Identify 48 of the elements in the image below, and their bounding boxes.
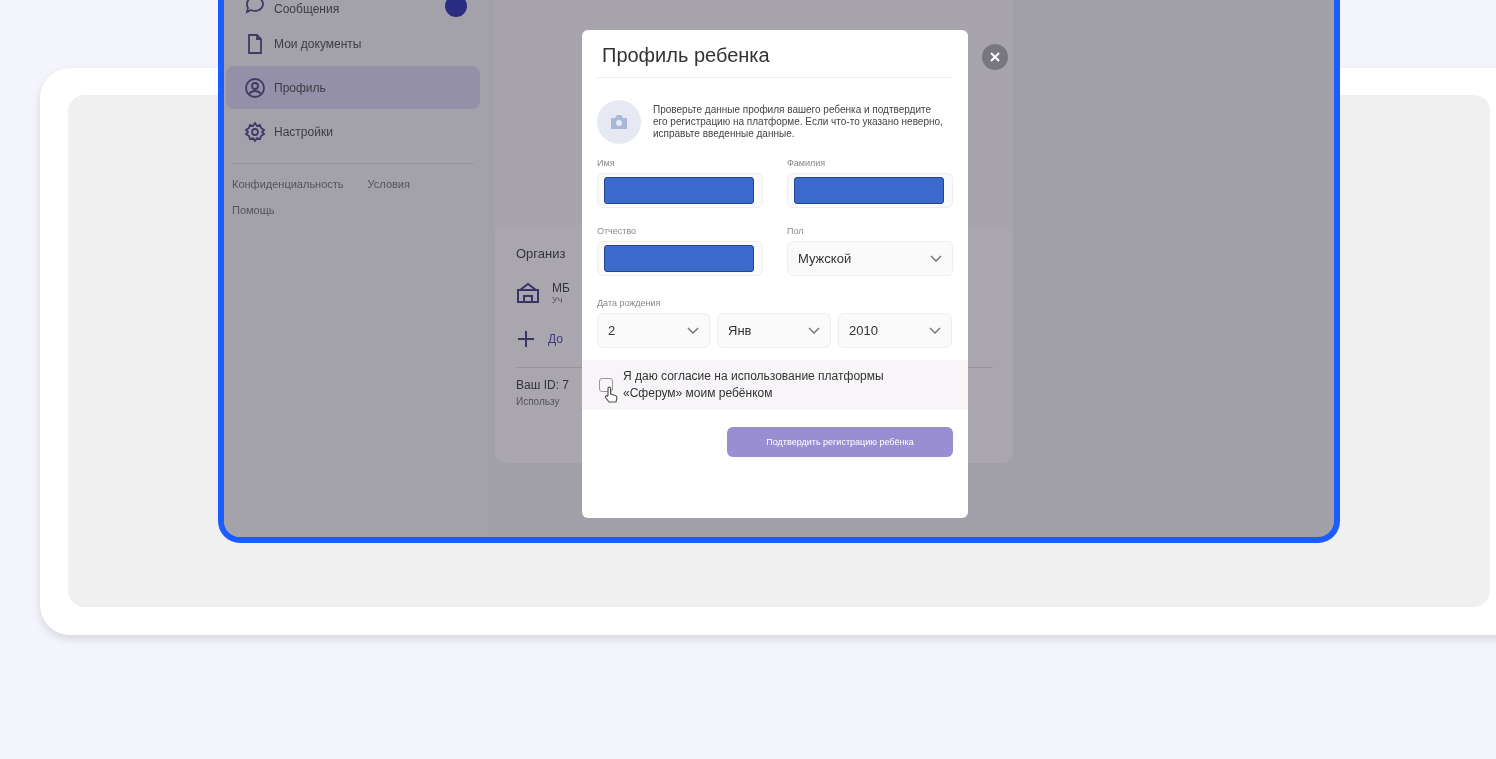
section-heading: Организ [516,246,566,261]
sidebar-item[interactable]: Настройки [226,110,480,153]
chevron-down-icon [808,327,820,334]
gear-icon [244,120,266,143]
select-value: Мужской [798,251,852,266]
hint-text: Использу [516,396,560,407]
sidebar-item-label: Настройки [274,124,333,139]
organization-name: МБ [552,281,570,295]
select-field[interactable]: Мужской [787,241,953,276]
chevron-down-icon [929,327,941,334]
chevron-down-icon [930,255,942,262]
sidebar-item-label: Сообщения [274,2,340,16]
description-text: Проверьте данные профиля вашего ребенка и подтвердите его регистрацию на платформе. Если что-то указано неверно, исправьте введенные данные. [653,104,943,140]
select-value: 2010 [849,323,878,338]
chevron-down-icon [687,327,699,334]
chat-bubble-icon [244,0,266,16]
select-value: Янв [728,323,752,338]
footer-link[interactable]: Условия [367,178,410,190]
plus-icon[interactable] [516,329,536,349]
field-label: Имя [597,158,616,168]
hand-cursor-icon [604,386,618,404]
close-icon [990,52,1000,62]
text-field[interactable] [597,173,763,208]
sidebar-item-label: Профиль [274,80,326,95]
text-field[interactable] [597,241,763,276]
user-id-text: Ваш ID: 7 [516,378,569,392]
sidebar-item[interactable]: Профиль [226,66,480,109]
sidebar-item-label: Мои документы [274,36,362,51]
organization-type: Уч [552,295,563,305]
consent-label: Я даю согласие на использование платформы «Сферум» моим ребёнком [623,368,885,402]
footer-link[interactable]: Помощь [232,204,275,216]
footer-link[interactable]: Конфиденциальность [232,178,344,190]
text-field[interactable] [787,173,953,208]
sidebar-item[interactable]: Мои документы [226,22,480,65]
school-icon [516,282,540,304]
select-field[interactable]: 2 [597,313,710,348]
confirm-button[interactable]: Подтвердить регистрацию ребёнка [727,427,953,457]
field-label: Фамилия [787,158,827,168]
select-value: 2 [608,323,616,338]
sidebar-item[interactable]: Сообщения [226,0,480,19]
select-field[interactable]: 2010 [838,313,952,348]
field-label: Пол [787,226,805,236]
add-link[interactable]: До [548,332,563,346]
select-field[interactable]: Янв [717,313,831,348]
user-circle-icon [244,76,266,99]
field-label: Отчество [597,226,638,236]
modal-title: Профиль ребенка [602,44,771,67]
field-label: Дата рождения [597,298,662,308]
